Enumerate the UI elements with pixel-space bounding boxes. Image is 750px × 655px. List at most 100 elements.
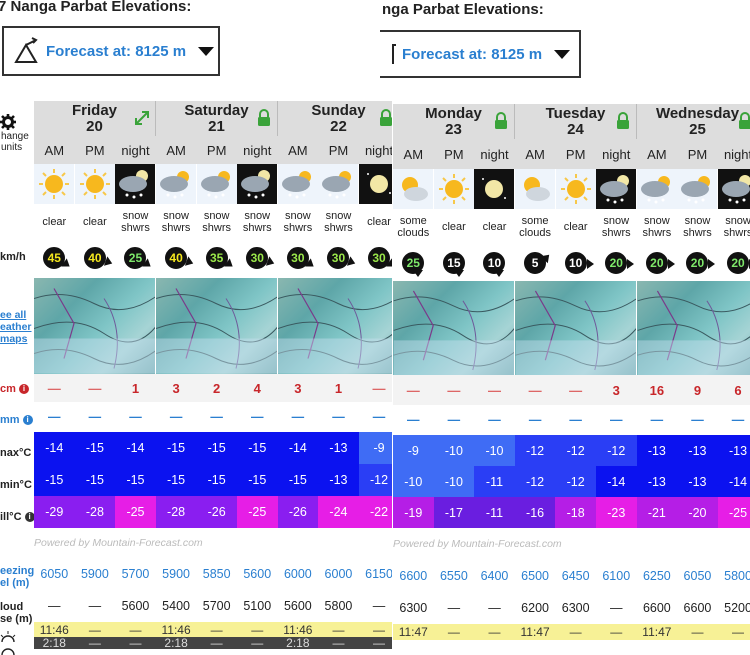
chill-temp-cell: -24 <box>318 496 359 528</box>
weather-summary: snow shwrs <box>161 210 191 234</box>
freezing-level-cell: 6600 <box>399 569 428 583</box>
chill-temp-cell: -29 <box>34 496 75 528</box>
min-temp-cell: -15 <box>155 464 197 496</box>
freezing-level-cell: 5850 <box>202 567 231 581</box>
max-temp-cell: -15 <box>74 432 116 464</box>
day-number: 25 <box>689 121 706 138</box>
rain-amount-cell: — <box>636 405 678 435</box>
freezing-level-cell: 5800 <box>724 569 750 583</box>
weather-icon-cell <box>34 164 75 204</box>
rain-amount-cell: — <box>393 405 434 435</box>
weather-map-thumbnail[interactable] <box>515 281 637 375</box>
time-of-day-cell: night <box>115 136 156 164</box>
weather-icon-cell <box>277 164 319 204</box>
snow-amount-cell: — <box>74 374 116 402</box>
sunrise-time-cell: 11:46 <box>155 622 197 637</box>
sunrise-time-cell: — <box>115 622 156 637</box>
sunrise-icon <box>0 631 16 643</box>
chill-temp-cell: -26 <box>277 496 319 528</box>
powered-by-text[interactable]: Powered by Mountain-Forecast.com <box>393 528 562 560</box>
weather-map-thumbnail[interactable] <box>278 278 392 374</box>
snow-amount-cell: — <box>433 375 475 405</box>
powered-by-text[interactable]: Powered by Mountain-Forecast.com <box>34 528 203 558</box>
time-of-day-cell: night <box>717 139 750 169</box>
min-temp-label: min°C <box>0 479 32 491</box>
rain-amount-cell: — <box>196 402 237 432</box>
forecast-elevation-label: Forecast at: 8125 m <box>46 42 187 60</box>
max-temp-cell: -10 <box>474 435 515 466</box>
lock-icon[interactable] <box>255 109 273 127</box>
sunrise-time-cell: — <box>236 622 278 637</box>
min-temp-cell: -15 <box>277 464 319 496</box>
freezing-level-cell: 5600 <box>243 567 272 581</box>
chill-temp-cell: -16 <box>514 497 556 528</box>
rain-amount-cell: — <box>433 405 475 435</box>
chill-temp-cell: -21 <box>636 497 678 528</box>
weather-icon-cell <box>474 169 515 209</box>
sunrise-time-cell: 11:46 <box>277 622 319 637</box>
weather-map-thumbnail[interactable] <box>393 281 515 375</box>
min-temp-cell: -14 <box>717 466 750 497</box>
change-units-link[interactable]: hange units <box>1 131 29 153</box>
wind-speed-badge: 15 <box>440 250 467 277</box>
lock-icon[interactable] <box>736 112 750 130</box>
lock-icon[interactable] <box>377 109 392 127</box>
chill-temp-cell: -25 <box>717 497 750 528</box>
snow-showers-icon <box>237 164 278 204</box>
see-all-weather-maps-link[interactable]: ee all eather maps <box>0 309 32 345</box>
forecast-elevation-dropdown[interactable]: Forecast at: 8125 m <box>2 26 220 76</box>
sunrise-time-cell: 11:47 <box>636 624 678 640</box>
weather-map-thumbnail[interactable] <box>156 278 278 374</box>
snow-showers-icon <box>156 164 197 204</box>
expand-icon[interactable] <box>133 109 151 127</box>
forecast-elevation-label: Forecast at: 8125 m <box>402 45 543 63</box>
sunset-time-cell: 2:18 <box>277 636 319 650</box>
mountain-arrow-icon <box>14 37 38 63</box>
rain-amount-cell: — <box>358 402 392 432</box>
max-temp-cell: -13 <box>717 435 750 466</box>
sunrise-time-cell: — <box>677 624 718 640</box>
cloud-base-cell: — <box>88 599 102 613</box>
wind-direction-arrow-icon <box>413 270 424 277</box>
max-temp-cell: -14 <box>115 432 156 464</box>
weather-summary: clear <box>42 216 67 228</box>
wind-speed-badge: 30 <box>284 245 317 271</box>
sunset-time-cell: — <box>196 636 237 650</box>
wind-speed-badge: 25 <box>400 250 427 277</box>
sunset-icon <box>1 648 15 655</box>
lock-icon[interactable] <box>492 112 510 130</box>
gear-icon[interactable] <box>0 114 16 130</box>
weather-map-thumbnail[interactable] <box>34 278 156 374</box>
rain-amount-cell: — <box>115 402 156 432</box>
time-of-day-cell: AM <box>636 139 678 169</box>
forecast-elevation-dropdown-right[interactable]: Forecast at: 8125 m <box>380 30 581 78</box>
lock-icon[interactable] <box>614 112 632 130</box>
min-temp-cell: -15 <box>115 464 156 496</box>
snow-amount-cell: — <box>34 374 75 402</box>
max-temp-cell: -13 <box>636 435 678 466</box>
max-temp-cell: -9 <box>393 435 434 466</box>
freezing-level-cell: 6000 <box>283 567 312 581</box>
max-temp-cell: -15 <box>155 432 197 464</box>
weather-icon-cell <box>156 164 197 204</box>
wind-direction-arrow-icon <box>708 259 716 269</box>
weather-map-thumbnail[interactable] <box>637 281 750 375</box>
sun-icon <box>74 164 115 204</box>
sunrise-time-cell: — <box>74 622 116 637</box>
min-temp-cell: -10 <box>393 466 434 497</box>
cloud-base-cell: 5200 <box>724 601 750 615</box>
wind-direction-arrow-icon <box>223 258 236 271</box>
snow-amount-cell: 6 <box>717 375 750 405</box>
max-temp-label: nax°C <box>0 447 32 459</box>
max-temp-cell: -14 <box>277 432 319 464</box>
snow-amount-cell: 2 <box>196 374 237 402</box>
cloud-base-cell: 6300 <box>561 601 590 615</box>
day-name: Sunday <box>311 102 366 119</box>
cloud-base-cell: 5600 <box>121 599 150 613</box>
min-temp-cell: -15 <box>34 464 75 496</box>
wind-direction-arrow-icon <box>185 256 196 269</box>
sunset-time-cell: — <box>358 636 392 650</box>
weather-summary: snow shwrs <box>202 210 232 234</box>
chill-temp-cell: -19 <box>393 497 434 528</box>
rain-amount-cell: — <box>555 405 596 435</box>
